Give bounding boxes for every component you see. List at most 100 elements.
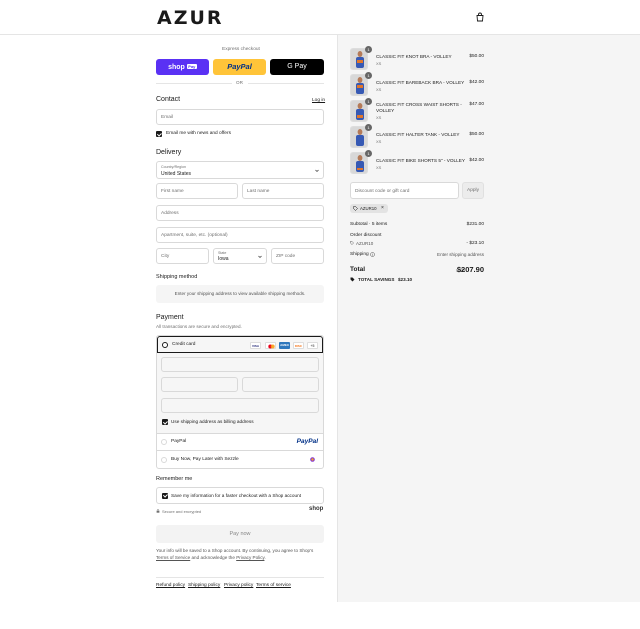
info-icon[interactable] bbox=[370, 252, 375, 257]
sezzle-radio[interactable] bbox=[161, 456, 167, 463]
product-price: $42.00 bbox=[469, 158, 484, 163]
applied-discount-tag: AZUR10 × bbox=[350, 204, 388, 213]
zip-field[interactable]: ZIP code bbox=[271, 248, 324, 264]
card-form: Use shipping address as billing address bbox=[157, 353, 323, 433]
paypal-button[interactable]: PayPal bbox=[213, 59, 266, 75]
brand-logo[interactable]: AZUR bbox=[157, 7, 224, 29]
terms-of-service-link[interactable]: Terms of service bbox=[256, 583, 291, 588]
remove-discount-icon[interactable]: × bbox=[381, 205, 384, 211]
last-name-field[interactable]: Last name bbox=[242, 183, 324, 199]
product-variant: XS bbox=[376, 115, 382, 120]
discount-placeholder: Discount code or gift card bbox=[355, 189, 410, 194]
chevron-down-icon bbox=[258, 255, 262, 258]
product-name: CLASSIC FIT BAREBACK BRA - VOLLEY bbox=[376, 80, 465, 85]
shop-pay-button[interactable]: shop Pay bbox=[156, 59, 209, 75]
quantity-badge: 1 bbox=[365, 46, 372, 53]
email-field[interactable]: Email bbox=[156, 109, 324, 125]
google-pay-text: G Pay bbox=[287, 63, 307, 70]
billing-checkbox[interactable] bbox=[162, 419, 168, 425]
product-price: $50.00 bbox=[469, 54, 484, 59]
quantity-badge: 1 bbox=[365, 150, 372, 157]
secure-label: Secure and encrypted bbox=[162, 509, 202, 514]
shop-pay-text: shop bbox=[168, 64, 185, 71]
shipping-value: Enter shipping address bbox=[437, 252, 484, 257]
sezzle-label: Buy Now, Pay Later with Sezzle bbox=[171, 457, 239, 462]
product-variant: XS bbox=[376, 61, 382, 66]
credit-card-radio[interactable] bbox=[162, 341, 168, 348]
google-pay-button[interactable]: G Pay bbox=[270, 59, 324, 75]
legal-text: Your info will be saved to a Shop accoun… bbox=[156, 548, 324, 561]
credit-card-option[interactable]: Credit card VISA AMEX DISC +5 bbox=[157, 336, 323, 353]
pay-now-button[interactable]: Pay now bbox=[156, 525, 324, 543]
paypal-radio[interactable] bbox=[161, 439, 167, 445]
product-name: CLASSIC FIT CROSS WAIST SHORTS - VOLLEY bbox=[376, 102, 462, 113]
country-value: United States bbox=[161, 170, 192, 177]
bag-icon[interactable] bbox=[475, 12, 485, 22]
expiration-field[interactable] bbox=[161, 377, 238, 392]
paypal-logo-icon: PayPal bbox=[296, 438, 318, 445]
contact-title: Contact bbox=[156, 96, 181, 103]
remember-checkbox[interactable] bbox=[162, 492, 168, 499]
header: AZUR bbox=[0, 0, 640, 35]
login-link[interactable]: Log in bbox=[312, 98, 325, 103]
or-label: OR bbox=[236, 80, 243, 85]
shipping-policy-link[interactable]: Shipping policy bbox=[188, 583, 220, 588]
page-bottom bbox=[337, 602, 640, 629]
city-field[interactable]: City bbox=[156, 248, 209, 264]
express-checkout-label: Express checkout bbox=[222, 47, 260, 52]
card-number-field[interactable] bbox=[161, 357, 319, 372]
privacy-policy-link[interactable]: Privacy policy bbox=[224, 583, 253, 588]
legal-line1: Your info will be saved to a Shop accoun… bbox=[156, 548, 314, 553]
name-on-card-field[interactable] bbox=[161, 398, 319, 413]
subtotal-label: Subtotal · 5 items bbox=[350, 222, 388, 227]
product-variant: XS bbox=[376, 165, 382, 170]
quantity-badge: 1 bbox=[365, 124, 372, 131]
apply-button[interactable]: Apply bbox=[462, 182, 484, 199]
legal-end: . bbox=[264, 554, 266, 560]
checkout-form: Express checkout shop Pay PayPal G Pay O… bbox=[0, 35, 337, 629]
billing-label: Use shipping address as billing address bbox=[171, 419, 254, 424]
pay-now-label: Pay now bbox=[229, 531, 251, 537]
apartment-field[interactable]: Apartment, suite, etc. (optional) bbox=[156, 227, 324, 243]
address-field[interactable]: Address bbox=[156, 205, 324, 221]
apply-label: Apply bbox=[467, 188, 479, 193]
tag-icon bbox=[350, 277, 355, 282]
news-checkbox[interactable] bbox=[156, 131, 162, 137]
discount-field[interactable]: Discount code or gift card bbox=[350, 182, 459, 199]
legal-and: and acknowledge the bbox=[191, 554, 235, 560]
first-name-field[interactable]: First name bbox=[156, 183, 238, 199]
zip-placeholder: ZIP code bbox=[276, 254, 296, 259]
email-placeholder: Email bbox=[161, 115, 173, 120]
discover-icon: DISC bbox=[293, 341, 304, 349]
paypal-option[interactable]: PayPal PayPal bbox=[157, 433, 323, 450]
chevron-down-icon bbox=[315, 169, 319, 172]
tag-icon bbox=[350, 241, 354, 245]
or-divider: OR bbox=[156, 80, 324, 85]
discount-value: - $23.10 bbox=[466, 241, 484, 246]
lock-icon bbox=[156, 509, 160, 513]
total-label: Total bbox=[350, 266, 366, 273]
country-select[interactable]: Country/Region United States bbox=[156, 161, 324, 179]
remember-label: Save my information for a faster checkou… bbox=[171, 493, 302, 498]
state-select[interactable]: State Iowa bbox=[213, 248, 267, 264]
security-code-field[interactable] bbox=[242, 377, 319, 392]
shop-logo: shop bbox=[309, 506, 324, 512]
product-price: $47.00 bbox=[469, 102, 484, 107]
shipping-method-title: Shipping method bbox=[156, 274, 198, 280]
city-placeholder: City bbox=[161, 254, 170, 259]
product-variant: XS bbox=[376, 87, 382, 92]
address-placeholder: Address bbox=[161, 211, 179, 216]
terms-link[interactable]: Terms of Service bbox=[156, 555, 190, 560]
remember-box: Save my information for a faster checkou… bbox=[156, 487, 324, 504]
more-cards-badge: +5 bbox=[307, 341, 318, 349]
visa-icon: VISA bbox=[250, 341, 261, 349]
news-label: Email me with news and offers bbox=[166, 131, 231, 136]
mastercard-icon bbox=[265, 341, 276, 349]
savings-value: $23.10 bbox=[398, 277, 413, 282]
product-name: CLASSIC FIT BIKE SHORTS 5" - VOLLEY bbox=[376, 158, 466, 163]
refund-policy-link[interactable]: Refund policy bbox=[156, 583, 185, 588]
payment-options: Credit card VISA AMEX DISC +5 Use shippi… bbox=[156, 335, 324, 469]
privacy-link[interactable]: Privacy Policy bbox=[236, 555, 264, 560]
quantity-badge: 1 bbox=[365, 98, 372, 105]
sezzle-option[interactable]: Buy Now, Pay Later with Sezzle bbox=[157, 450, 323, 468]
